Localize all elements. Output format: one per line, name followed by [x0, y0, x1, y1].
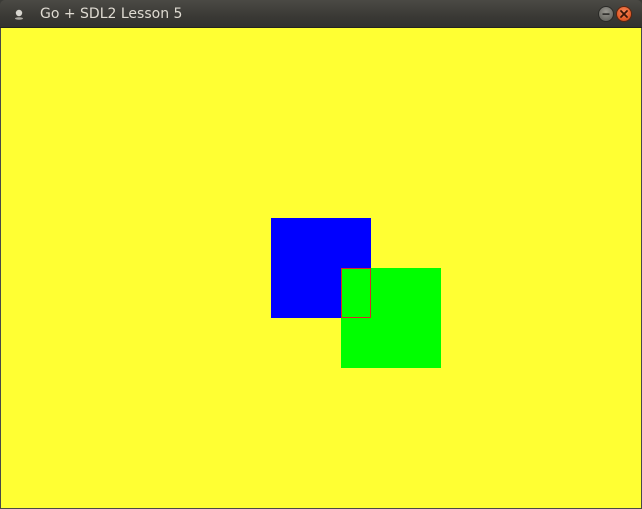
app-window: Go + SDL2 Lesson 5 [0, 0, 642, 509]
minimize-button[interactable] [598, 6, 614, 22]
overlap-rectangle-outline [341, 268, 371, 318]
minimize-icon [602, 13, 610, 15]
render-canvas[interactable] [1, 28, 641, 508]
app-icon [15, 9, 23, 20]
close-button[interactable] [616, 6, 632, 22]
close-icon [620, 10, 628, 18]
title-bar[interactable]: Go + SDL2 Lesson 5 [0, 0, 642, 28]
window-title: Go + SDL2 Lesson 5 [40, 6, 183, 22]
